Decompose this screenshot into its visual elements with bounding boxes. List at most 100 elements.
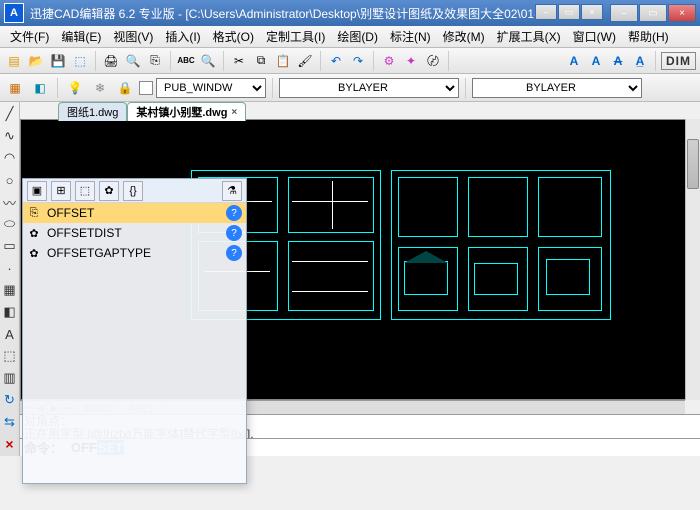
close-button[interactable]: × bbox=[668, 4, 696, 22]
text-icon[interactable]: A bbox=[2, 326, 18, 342]
menu-edit[interactable]: 编辑(E) bbox=[57, 26, 105, 47]
arc-icon[interactable]: ◠ bbox=[2, 150, 18, 166]
audit-icon[interactable]: ⚙ bbox=[379, 51, 399, 71]
mdi-close-button[interactable]: × bbox=[581, 4, 603, 20]
table-icon[interactable]: ▥ bbox=[2, 370, 18, 386]
menu-insert[interactable]: 插入(I) bbox=[161, 26, 204, 47]
vertical-scrollbar[interactable] bbox=[685, 119, 700, 400]
print-icon[interactable]: 🖨 bbox=[101, 51, 121, 71]
ac-filter-3-icon[interactable]: ⬚ bbox=[75, 181, 95, 201]
textstyle-a2-icon[interactable]: A bbox=[586, 51, 606, 71]
recover-icon[interactable]: ✦ bbox=[401, 51, 421, 71]
ac-help-icon[interactable]: ? bbox=[226, 225, 242, 241]
copy-icon[interactable]: ⧉ bbox=[251, 51, 271, 71]
ac-row-icon: ✿ bbox=[27, 226, 41, 240]
autocomplete-row-1[interactable]: ✿ OFFSETDIST ? bbox=[23, 223, 246, 243]
doc-tab-close-icon[interactable]: × bbox=[231, 107, 237, 118]
menu-expresstools[interactable]: 扩展工具(X) bbox=[493, 26, 565, 47]
maximize-button[interactable]: ▭ bbox=[639, 4, 667, 22]
region-icon[interactable]: ◧ bbox=[2, 304, 18, 320]
doc-tab-2[interactable]: 某村镇小别墅.dwg × bbox=[127, 102, 246, 121]
open-icon[interactable]: 📂 bbox=[26, 51, 46, 71]
spline-icon[interactable]: 〰 bbox=[2, 194, 18, 210]
saveall-icon[interactable]: ⬚ bbox=[70, 51, 90, 71]
polyline-icon[interactable]: ∿ bbox=[2, 128, 18, 144]
doc-tab-1[interactable]: 图纸1.dwg bbox=[58, 102, 127, 121]
window-title: 迅捷CAD编辑器 6.2 专业版 - [C:\Users\Administrat… bbox=[30, 5, 535, 22]
matchprop-icon[interactable]: 🖌 bbox=[295, 51, 315, 71]
menu-bar: 文件(F) 编辑(E) 视图(V) 插入(I) 格式(O) 定制工具(I) 绘图… bbox=[0, 26, 700, 48]
cancel-icon[interactable]: × bbox=[2, 436, 18, 452]
window-buttons: – ▭ × – ▭ × bbox=[535, 4, 696, 22]
ellipse-icon[interactable]: ⬭ bbox=[2, 216, 18, 232]
scrollbar-thumb[interactable] bbox=[687, 139, 699, 189]
cut-icon[interactable]: ✂ bbox=[229, 51, 249, 71]
menu-customtools[interactable]: 定制工具(I) bbox=[262, 26, 329, 47]
new-icon[interactable]: ▤ bbox=[4, 51, 24, 71]
doc-tab-2-label: 某村镇小别墅.dwg bbox=[136, 104, 227, 120]
autocomplete-body bbox=[23, 263, 246, 483]
ac-row-icon: ✿ bbox=[27, 246, 41, 260]
minimize-button[interactable]: – bbox=[610, 4, 638, 22]
color-combo[interactable]: BYLAYER bbox=[279, 78, 459, 98]
left-toolbar: ╱ ∿ ◠ ○ 〰 ⬭ ▭ · ▦ ◧ A ⬚ ▥ ↻ ⇆ × bbox=[0, 102, 20, 456]
drawing-content bbox=[191, 170, 621, 330]
undo-icon[interactable]: ↶ bbox=[326, 51, 346, 71]
document-tabs: 图纸1.dwg 某村镇小别墅.dwg × bbox=[58, 102, 246, 121]
menu-help[interactable]: 帮助(H) bbox=[624, 26, 673, 47]
textstyle-a1-icon[interactable]: A bbox=[564, 51, 584, 71]
sync-icon[interactable]: ⇆ bbox=[2, 414, 18, 430]
menu-view[interactable]: 视图(V) bbox=[109, 26, 157, 47]
textstyle-a4-icon[interactable]: A̲ bbox=[630, 51, 650, 71]
ac-row-icon: ⎘ bbox=[27, 206, 41, 220]
menu-modify[interactable]: 修改(M) bbox=[439, 26, 489, 47]
find-icon[interactable]: 🔍 bbox=[198, 51, 218, 71]
ac-filter-5-icon[interactable]: {} bbox=[123, 181, 143, 201]
purge-icon[interactable]: 〄 bbox=[423, 51, 443, 71]
mdi-restore-button[interactable]: ▭ bbox=[558, 4, 580, 20]
menu-dim[interactable]: 标注(N) bbox=[386, 26, 435, 47]
redo-icon[interactable]: ↷ bbox=[348, 51, 368, 71]
spell-icon[interactable]: ABC bbox=[176, 51, 196, 71]
publish-icon[interactable]: ⎘ bbox=[145, 51, 165, 71]
paste-icon[interactable]: 📋 bbox=[273, 51, 293, 71]
ac-filter-2-icon[interactable]: ⊞ bbox=[51, 181, 71, 201]
circle-icon[interactable]: ○ bbox=[2, 172, 18, 188]
ac-help-icon[interactable]: ? bbox=[226, 205, 242, 221]
ac-row-text: OFFSET bbox=[47, 206, 220, 220]
rectangle-icon[interactable]: ▭ bbox=[2, 238, 18, 254]
save-icon[interactable]: 💾 bbox=[48, 51, 68, 71]
autocomplete-row-0[interactable]: ⎘ OFFSET ? bbox=[23, 203, 246, 223]
point-icon[interactable]: · bbox=[2, 260, 18, 276]
bulb-icon[interactable]: 💡 bbox=[64, 77, 86, 99]
layer-combo[interactable]: PUB_WINDW bbox=[156, 78, 266, 98]
layer-manager-icon[interactable]: ▦ bbox=[4, 77, 26, 99]
textstyle-a3-icon[interactable]: A bbox=[608, 51, 628, 71]
hatch-icon[interactable]: ▦ bbox=[2, 282, 18, 298]
freeze-icon[interactable]: ❄ bbox=[89, 77, 111, 99]
menu-draw[interactable]: 绘图(D) bbox=[333, 26, 382, 47]
ac-filter-1-icon[interactable]: ▣ bbox=[27, 181, 47, 201]
menu-file[interactable]: 文件(F) bbox=[6, 26, 53, 47]
layer-color-icon[interactable] bbox=[139, 81, 153, 95]
preview-icon[interactable]: 🔍 bbox=[123, 51, 143, 71]
dim-label[interactable]: DIM bbox=[661, 52, 696, 70]
autocomplete-row-2[interactable]: ✿ OFFSETGAPTYPE ? bbox=[23, 243, 246, 263]
refresh-icon[interactable]: ↻ bbox=[2, 392, 18, 408]
ac-help-icon[interactable]: ? bbox=[226, 245, 242, 261]
ac-filter-6-icon[interactable]: ⚗ bbox=[222, 181, 242, 201]
properties-toolbar: ▦ ◧ 💡 ❄ 🔒 PUB_WINDW BYLAYER BYLAYER bbox=[0, 74, 700, 102]
layer-states-icon[interactable]: ◧ bbox=[29, 77, 51, 99]
menu-window[interactable]: 窗口(W) bbox=[569, 26, 620, 47]
ac-filter-4-icon[interactable]: ✿ bbox=[99, 181, 119, 201]
autocomplete-header: ▣ ⊞ ⬚ ✿ {} ⚗ bbox=[23, 179, 246, 203]
menu-format[interactable]: 格式(O) bbox=[209, 26, 258, 47]
mdi-minimize-button[interactable]: – bbox=[535, 4, 557, 20]
autocomplete-popup: ▣ ⊞ ⬚ ✿ {} ⚗ ⎘ OFFSET ? ✿ OFFSETDIST ? ✿… bbox=[22, 178, 247, 484]
block-icon[interactable]: ⬚ bbox=[2, 348, 18, 364]
lock-icon[interactable]: 🔒 bbox=[114, 77, 136, 99]
line-icon[interactable]: ╱ bbox=[2, 106, 18, 122]
ac-row-text: OFFSETDIST bbox=[47, 226, 220, 240]
app-icon: A bbox=[4, 3, 24, 23]
linetype-combo[interactable]: BYLAYER bbox=[472, 78, 642, 98]
